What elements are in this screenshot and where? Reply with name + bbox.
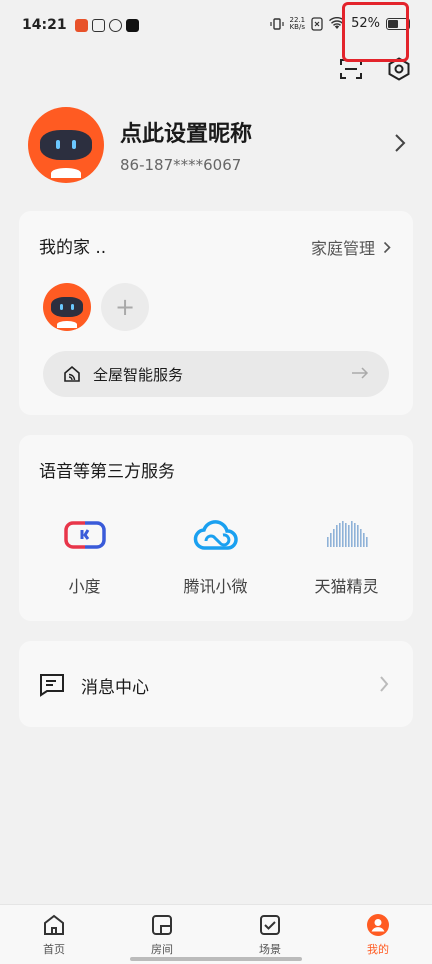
- home-indicator[interactable]: [130, 957, 302, 961]
- settings-button[interactable]: [386, 56, 412, 82]
- nickname[interactable]: 点此设置昵称: [120, 116, 252, 148]
- mail-notification-icon: [91, 18, 105, 32]
- service-item-tmall-genie[interactable]: 天猫精灵: [281, 517, 412, 597]
- status-indicators: 22.1 KB/s 52%: [269, 16, 410, 31]
- service-label: 小度: [68, 577, 101, 596]
- add-member-button[interactable]: +: [101, 283, 149, 331]
- wifi-icon: [329, 17, 346, 29]
- xiaodu-icon: [62, 517, 108, 553]
- tab-label: 首页: [43, 943, 65, 956]
- tmall-genie-icon: [324, 517, 370, 553]
- service-label: 全屋智能服务: [93, 365, 184, 384]
- tab-label: 我的: [367, 943, 389, 956]
- service-item-tencent-xiaowei[interactable]: 腾讯小微: [150, 517, 281, 597]
- tab-label: 房间: [151, 943, 173, 956]
- house-icon: [64, 365, 80, 382]
- sim-off-icon: [311, 16, 323, 31]
- profile-icon: [367, 914, 389, 936]
- arrow-right-icon: [352, 367, 369, 379]
- member-avatar[interactable]: [43, 283, 91, 331]
- whole-house-service-button[interactable]: 全屋智能服务: [43, 351, 389, 397]
- third-party-title: 语音等第三方服务: [39, 462, 175, 482]
- tab-room[interactable]: 房间: [108, 905, 216, 964]
- tab-profile[interactable]: 我的: [324, 905, 432, 964]
- service-item-xiaodu[interactable]: 小度: [19, 517, 150, 597]
- net-speed: 22.1 KB/s: [289, 16, 306, 31]
- home-manage-label: 家庭管理: [310, 239, 375, 258]
- tiktok-notification-icon: [125, 18, 139, 32]
- vibrate-icon: [269, 17, 284, 30]
- tab-label: 场景: [259, 943, 281, 956]
- tab-scene[interactable]: 场景: [216, 905, 324, 964]
- home-title[interactable]: 我的家 ..: [39, 233, 106, 258]
- status-bar: 14:21 22.1 KB/s 52%: [0, 0, 432, 50]
- third-party-list: 小度 腾讯小微 天猫精灵: [19, 517, 413, 597]
- robot-face: [40, 129, 92, 161]
- battery-percent: 52%: [351, 16, 380, 31]
- status-time: 14:21: [22, 17, 67, 33]
- home-icon: [44, 914, 64, 935]
- notification-icons: [74, 18, 139, 32]
- battery-fill: [388, 19, 399, 28]
- scene-icon: [260, 915, 280, 935]
- chevron-right-icon[interactable]: [394, 133, 406, 153]
- plus-icon: +: [114, 293, 136, 321]
- battery-icon: [386, 17, 410, 30]
- robot-face: [50, 297, 84, 317]
- avatar[interactable]: [28, 107, 104, 183]
- tab-home[interactable]: 首页: [0, 905, 108, 964]
- service-label: 天猫精灵: [314, 577, 379, 596]
- third-party-services-card: 语音等第三方服务 小度 腾讯小微 天猫精灵: [19, 435, 413, 621]
- message-icon: [40, 674, 64, 697]
- profile-text: 点此设置昵称 86-187****6067: [120, 116, 252, 174]
- link-notification-icon: [108, 18, 122, 32]
- scan-icon: [340, 59, 362, 79]
- app-notification-icon: [74, 18, 88, 32]
- profile-header[interactable]: 点此设置昵称 86-187****6067: [28, 105, 412, 185]
- service-label: 腾讯小微: [183, 577, 248, 596]
- my-home-card: 我的家 .. 家庭管理 + 全屋智能服务: [19, 211, 413, 415]
- room-icon: [152, 915, 172, 935]
- chevron-right-icon: [383, 241, 391, 253]
- chevron-right-icon: [380, 676, 389, 692]
- settings-hexagon-icon: [388, 57, 410, 81]
- top-actions: [338, 56, 412, 82]
- scan-button[interactable]: [338, 56, 364, 82]
- bottom-tab-bar: 首页 房间 场景 我的: [0, 904, 432, 964]
- home-manage-link[interactable]: 家庭管理: [311, 235, 391, 259]
- phone-number: 86-187****6067: [120, 156, 242, 174]
- net-speed-unit: KB/s: [289, 22, 305, 31]
- message-center-card[interactable]: 消息中心: [19, 641, 413, 727]
- message-center-label: 消息中心: [81, 678, 149, 698]
- tencent-xiaowei-icon: [193, 517, 239, 553]
